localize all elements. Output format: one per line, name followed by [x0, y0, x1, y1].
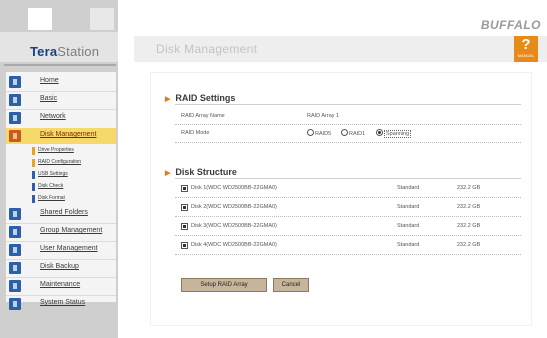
logo-decoration	[28, 8, 52, 30]
radio-circle	[307, 129, 314, 136]
nav-item-maintenance[interactable]: Maintenance	[6, 278, 116, 294]
bullet-icon	[32, 159, 35, 167]
nav-item-disk-backup[interactable]: Disk Backup	[6, 260, 116, 276]
nav-item-basic[interactable]: Basic	[6, 92, 116, 108]
question-icon: ?	[521, 36, 531, 53]
nav-label: Network	[40, 113, 66, 120]
raid-mode-label: RAID Mode	[181, 130, 210, 136]
subnav-label: USB Settings	[38, 171, 68, 177]
disk-size: 232.2 GB	[457, 185, 481, 191]
radio-label: RAID1	[349, 130, 366, 137]
terastation-logo: TeraStation	[30, 44, 99, 59]
disk-checkbox[interactable]	[181, 185, 188, 192]
subnav-label: Disk Check	[38, 183, 64, 189]
subnav-label: RAID Configuration	[38, 159, 82, 165]
section-arrow-icon: ▶	[165, 96, 171, 103]
bullet-icon	[32, 195, 35, 203]
nav-item-user-management[interactable]: User Management	[6, 242, 116, 258]
section-title-text: RAID Settings	[175, 93, 236, 103]
backup-icon	[9, 262, 21, 274]
group-icon	[9, 226, 21, 238]
subnav-label: Disk Format	[38, 195, 65, 201]
nav-label: System Status	[40, 299, 86, 306]
nav-item-group-management[interactable]: Group Management	[6, 224, 116, 240]
disk-size: 232.2 GB	[457, 204, 481, 210]
section-title-text: Disk Structure	[175, 167, 237, 177]
nav-label: Basic	[40, 95, 58, 102]
status-icon	[9, 298, 21, 310]
nav-label: Maintenance	[40, 281, 81, 288]
raid-name-value: RAID Array 1	[307, 113, 340, 119]
nav-label: Group Management	[40, 227, 103, 234]
nav-label: Disk Backup	[40, 263, 79, 270]
raid-settings-heading: ▶ RAID Settings	[165, 93, 235, 103]
divider	[175, 197, 521, 198]
disk-icon	[9, 130, 21, 142]
disk-size: 232.2 GB	[457, 242, 481, 248]
raid-name-label: RAID Array Name	[181, 113, 225, 119]
divider	[175, 216, 521, 217]
radio-circle-selected	[376, 129, 383, 136]
nav-item-shared-folders[interactable]: Shared Folders	[6, 206, 116, 222]
bullet-icon	[32, 171, 35, 179]
help-label: MANUAL	[517, 53, 535, 58]
basic-icon	[9, 94, 21, 106]
disk-checkbox[interactable]	[181, 242, 188, 249]
maintenance-icon	[9, 280, 21, 292]
nav-item-network[interactable]: Network	[6, 110, 116, 126]
radio-label: Spanning	[384, 129, 412, 138]
section-arrow-icon: ▶	[165, 170, 171, 177]
radio-circle	[341, 129, 348, 136]
page-title: Disk Management	[156, 42, 258, 56]
disk-type: Standard	[397, 242, 420, 248]
main-navigation: Home Basic Network Disk Management Drive…	[6, 72, 116, 310]
divider	[175, 178, 521, 179]
nav-item-disk-management[interactable]: Disk Management	[6, 128, 116, 144]
subnav-label: Drive Properties	[38, 147, 74, 153]
bullet-icon	[32, 147, 35, 155]
cancel-button[interactable]: Cancel	[273, 278, 309, 292]
logo-text-part1: Tera	[30, 44, 58, 59]
radio-raid5[interactable]: RAID5	[307, 129, 332, 137]
home-icon	[9, 76, 21, 88]
disk-type: Standard	[397, 185, 420, 191]
nav-label: Home	[40, 77, 59, 84]
disk-structure-heading: ▶ Disk Structure	[165, 167, 237, 177]
help-button[interactable]: ? MANUAL	[514, 36, 538, 62]
divider	[175, 235, 521, 236]
divider	[175, 254, 521, 255]
nav-label: Disk Management	[40, 131, 97, 138]
disk-type: Standard	[397, 204, 420, 210]
radio-raid1[interactable]: RAID1	[341, 129, 366, 137]
disk-checkbox[interactable]	[181, 223, 188, 230]
main-content: ▶ RAID Settings RAID Array Name RAID Arra…	[150, 72, 532, 326]
disk-name: Disk 1(WDC WD2500BB-22GMA0)	[191, 185, 277, 191]
nav-item-system-status[interactable]: System Status	[6, 296, 116, 312]
nav-label: User Management	[40, 245, 98, 252]
disk-size: 232.2 GB	[457, 223, 481, 229]
disk-name: Disk 3(WDC WD2500BB-22GMA0)	[191, 223, 277, 229]
logo-text-part2: Station	[57, 44, 100, 59]
setup-raid-array-button[interactable]: Setup RAID Array	[181, 278, 267, 292]
divider	[175, 142, 521, 143]
divider	[175, 124, 521, 125]
disk-type: Standard	[397, 223, 420, 229]
disk-name: Disk 2(WDC WD2500BB-22GMA0)	[191, 204, 277, 210]
buffalo-brand-logo: BUFFALO	[480, 18, 541, 32]
bullet-icon	[32, 183, 35, 191]
radio-label: RAID5	[315, 130, 332, 137]
divider	[175, 104, 521, 105]
folder-icon	[9, 208, 21, 220]
network-icon	[9, 112, 21, 124]
radio-spanning[interactable]: Spanning	[376, 129, 412, 138]
disk-name: Disk 4(WDC WD2500BB-22GMA0)	[191, 242, 277, 248]
user-icon	[9, 244, 21, 256]
nav-item-home[interactable]: Home	[6, 74, 116, 90]
disk-checkbox[interactable]	[181, 204, 188, 211]
left-sidebar: TeraStation Home Basic Network Disk Mana…	[0, 0, 118, 338]
divider	[4, 64, 116, 66]
nav-label: Shared Folders	[40, 209, 88, 216]
logo-decoration	[90, 8, 114, 30]
